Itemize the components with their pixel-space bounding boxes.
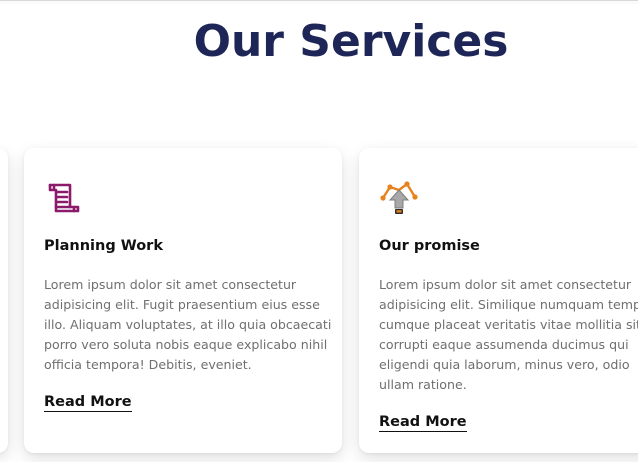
read-more-link[interactable]: Read More (44, 394, 132, 412)
card-title: Planning Work (44, 238, 163, 254)
card-text-line: ullam ratione. (379, 377, 467, 392)
service-card-partial (0, 148, 8, 453)
card-title: Our promise (379, 238, 480, 254)
card-text-line: cumque placeat veritatis vitae mollitia … (379, 317, 638, 332)
network-arrow-icon (379, 178, 419, 218)
card-description: Lorem ipsum dolor sit amet consectetur a… (379, 275, 638, 395)
card-text-line: Lorem ipsum dolor sit amet consectetur (379, 277, 632, 292)
card-text-line: porro vero soluta nobis eaque explicabo … (44, 337, 328, 352)
services-page: Our Services Planning Work Lorem ipsum d… (0, 0, 638, 462)
top-divider (0, 0, 638, 4)
card-text-line: eligendi quia laborum, minus vero, odio (379, 357, 630, 372)
service-card-planning-work: Planning Work Lorem ipsum dolor sit amet… (24, 148, 342, 453)
section-title: Our Services (193, 16, 509, 67)
card-text-line: officia tempora! Debitis, eveniet. (44, 357, 252, 372)
card-text-line: corrupti eaque assumenda ducimus qui (379, 337, 629, 352)
card-text-line: Lorem ipsum dolor sit amet consectetur (44, 277, 297, 292)
card-text-line: adipisicing elit. Fugit praesentium eius… (44, 297, 320, 312)
read-more-link[interactable]: Read More (379, 414, 467, 432)
card-text-line: illo. Aliquam voluptates, at illo quia o… (44, 317, 332, 332)
scroll-icon (44, 178, 84, 218)
card-text-line: adipisicing elit. Similique numquam temp… (379, 297, 638, 312)
card-description: Lorem ipsum dolor sit amet consectetur a… (44, 275, 334, 375)
service-card-our-promise: Our promise Lorem ipsum dolor sit amet c… (359, 148, 638, 453)
